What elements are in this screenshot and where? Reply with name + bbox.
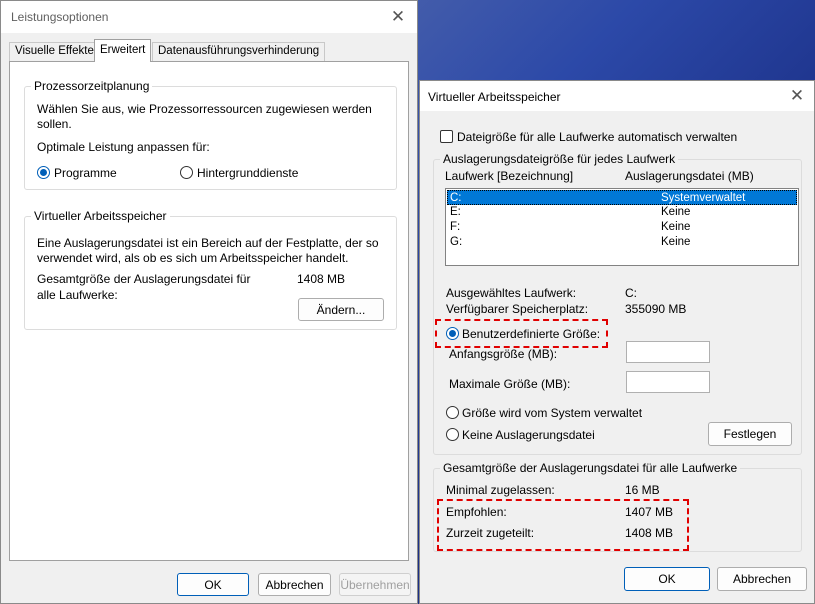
radio-no-pagefile[interactable]: [446, 428, 459, 441]
total-size-value: 1408 MB: [297, 272, 346, 286]
tab-advanced[interactable]: Erweitert: [94, 39, 152, 62]
auto-manage-label[interactable]: Dateigröße für alle Laufwerke automatisc…: [457, 130, 737, 144]
performance-options-window: Leistungsoptionen ✕ Visuelle Effekte Erw…: [0, 0, 418, 604]
virtual-memory-label: Virtueller Arbeitsspeicher: [31, 209, 170, 223]
processor-scheduling-group: Prozessorzeitplanung Wählen Sie aus, wie…: [24, 79, 397, 190]
highlight-totals: [437, 499, 689, 551]
virtual-memory-window: Virtueller Arbeitsspeicher ✕ Dateigröße …: [419, 80, 815, 604]
window-title: Leistungsoptionen: [11, 10, 109, 24]
drive-letter: E:: [450, 206, 461, 218]
window-title: Virtueller Arbeitsspeicher: [428, 90, 561, 104]
free-space-value: 355090 MB: [625, 302, 687, 316]
radio-background-services[interactable]: [180, 166, 193, 179]
proc-description-1: Wählen Sie aus, wie Prozessorressourcen …: [37, 102, 372, 116]
drive-letter: G:: [450, 236, 463, 248]
drive-row-c[interactable]: C: Systemverwaltet: [447, 190, 797, 205]
drive-pagefile: Keine: [661, 236, 691, 248]
drive-row-g[interactable]: G: Keine: [447, 235, 797, 250]
drive-pagefile: Keine: [661, 206, 691, 218]
radio-system-managed[interactable]: [446, 406, 459, 419]
min-allowed-value: 16 MB: [625, 483, 660, 497]
set-button[interactable]: Festlegen: [708, 422, 792, 446]
auto-manage-checkbox[interactable]: [440, 130, 453, 143]
radio-system-managed-label[interactable]: Größe wird vom System verwaltet: [462, 406, 642, 420]
ok-button[interactable]: OK: [624, 567, 710, 591]
apply-button[interactable]: Übernehmen: [339, 573, 411, 596]
min-allowed-label: Minimal zugelassen:: [446, 483, 555, 497]
total-size-group-label: Gesamtgröße der Auslagerungsdatei für al…: [440, 461, 741, 475]
change-button[interactable]: Ändern...: [298, 298, 384, 321]
total-size-label-2: alle Laufwerke:: [37, 288, 118, 302]
initial-size-label: Anfangsgröße (MB):: [449, 347, 558, 361]
title-bar: Leistungsoptionen ✕: [1, 1, 417, 33]
drive-pagefile: Keine: [661, 221, 691, 233]
title-bar: Virtueller Arbeitsspeicher ✕: [420, 81, 814, 111]
selected-drive-label: Ausgewähltes Laufwerk:: [446, 286, 577, 300]
optimize-for-label: Optimale Leistung anpassen für:: [37, 140, 210, 154]
radio-no-pagefile-label[interactable]: Keine Auslagerungsdatei: [462, 428, 595, 442]
tab-visual-effects[interactable]: Visuelle Effekte: [9, 42, 100, 61]
drive-list[interactable]: C: Systemverwaltet E: Keine F: Keine G: …: [445, 188, 799, 266]
virtual-memory-group: Virtueller Arbeitsspeicher Eine Auslager…: [24, 209, 397, 330]
close-icon[interactable]: ✕: [782, 82, 812, 110]
drive-letter: C:: [450, 192, 462, 204]
col-drive-header: Laufwerk [Bezeichnung]: [445, 169, 574, 183]
drive-letter: F:: [450, 221, 461, 233]
processor-scheduling-label: Prozessorzeitplanung: [31, 79, 153, 93]
cancel-button[interactable]: Abbrechen: [258, 573, 331, 596]
vm-description-1: Eine Auslagerungsdatei ist ein Bereich a…: [37, 236, 379, 250]
drives-group-label: Auslagerungsdateigröße für jedes Laufwer…: [440, 152, 679, 166]
radio-programs-label[interactable]: Programme: [54, 166, 117, 180]
advanced-tab-panel: Prozessorzeitplanung Wählen Sie aus, wie…: [9, 61, 409, 561]
cancel-button[interactable]: Abbrechen: [717, 567, 807, 591]
col-file-header: Auslagerungsdatei (MB): [625, 169, 754, 183]
tab-dep[interactable]: Datenausführungsverhinderung: [152, 42, 326, 61]
radio-background-label[interactable]: Hintergrunddienste: [197, 166, 298, 180]
initial-size-input[interactable]: [626, 341, 710, 363]
max-size-input[interactable]: [626, 371, 710, 393]
drive-pagefile: Systemverwaltet: [661, 192, 746, 204]
drive-row-e[interactable]: E: Keine: [447, 205, 797, 220]
radio-programs[interactable]: [37, 166, 50, 179]
free-space-label: Verfügbarer Speicherplatz:: [446, 302, 589, 316]
total-size-label-1: Gesamtgröße der Auslagerungsdatei für: [37, 272, 251, 286]
vm-description-2: verwendet wird, als ob es sich um Arbeit…: [37, 251, 349, 265]
close-icon[interactable]: ✕: [383, 3, 413, 31]
highlight-custom-size: [435, 319, 608, 348]
proc-description-2: sollen.: [37, 117, 72, 131]
selected-drive-value: C:: [625, 286, 637, 300]
ok-button[interactable]: OK: [177, 573, 249, 596]
max-size-label: Maximale Größe (MB):: [449, 377, 571, 391]
drive-row-f[interactable]: F: Keine: [447, 220, 797, 235]
